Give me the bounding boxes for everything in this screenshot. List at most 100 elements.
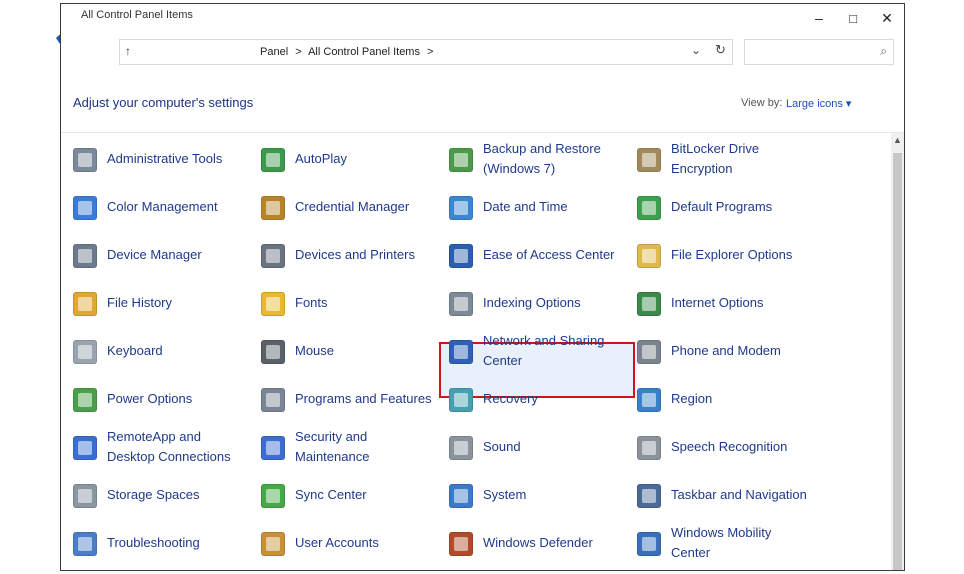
breadcrumb-all-items[interactable]: All Control Panel Items	[308, 46, 420, 58]
item-label: Mouse	[295, 343, 335, 358]
breadcrumb-separator[interactable]: >	[295, 46, 301, 58]
control-panel-item-system[interactable]: System	[437, 475, 623, 515]
item-label: Programs and Features	[295, 391, 432, 406]
control-panel-item-default-programs[interactable]: Default Programs	[625, 187, 811, 227]
control-panel-item-autoplay[interactable]: AutoPlay	[249, 139, 435, 179]
item-label: Fonts	[295, 295, 328, 310]
view-by-label: View by:	[741, 97, 783, 109]
control-panel-item-security-and-maintenance[interactable]: Security and Maintenance	[249, 427, 435, 467]
control-panel-item-backup-and-restore-windows-7[interactable]: Backup and Restore (Windows 7)	[437, 139, 623, 179]
control-panel-item-credential-manager[interactable]: Credential Manager	[249, 187, 435, 227]
minimize-button[interactable]: –	[802, 6, 836, 30]
history-icon	[73, 292, 97, 316]
control-panel-item-sound[interactable]: Sound	[437, 427, 623, 467]
control-panel-item-sync-center[interactable]: Sync Center	[249, 475, 435, 515]
control-panel-item-network-and-sharing-center[interactable]: Network and Sharing Center	[437, 331, 623, 371]
search-icon[interactable]: ⌕	[880, 44, 887, 59]
control-panel-item-keyboard[interactable]: Keyboard	[61, 331, 247, 371]
item-label: Phone and Modem	[671, 343, 781, 358]
mic-icon	[637, 436, 661, 460]
control-panel-item-remoteapp-and-desktop-connections[interactable]: RemoteApp and Desktop Connections	[61, 427, 247, 467]
control-panel-item-file-explorer-options[interactable]: File Explorer Options	[625, 235, 811, 275]
control-panel-item-programs-and-features[interactable]: Programs and Features	[249, 379, 435, 419]
item-label: User Accounts	[295, 535, 379, 550]
control-panel-item-recovery[interactable]: Recovery	[437, 379, 623, 419]
control-panel-item-power-options[interactable]: Power Options	[61, 379, 247, 419]
item-label: Backup and Restore (Windows 7)	[483, 141, 601, 176]
close-button[interactable]: ✕	[870, 6, 904, 30]
control-panel-item-bitlocker-drive-encryption[interactable]: BitLocker Drive Encryption	[625, 139, 811, 179]
item-label: Security and Maintenance	[295, 429, 370, 464]
internet-icon	[637, 292, 661, 316]
control-panel-item-windows-defender[interactable]: Windows Defender	[437, 523, 623, 563]
ease-icon	[449, 244, 473, 268]
control-panel-item-device-manager[interactable]: Device Manager	[61, 235, 247, 275]
breadcrumb-panel[interactable]: Panel	[260, 46, 288, 58]
item-label: Windows Defender	[483, 535, 593, 550]
control-panel-item-file-history[interactable]: File History	[61, 283, 247, 323]
vertical-scrollbar[interactable]: ▲	[891, 133, 904, 570]
breadcrumb: Panel > All Control Panel Items >	[260, 46, 437, 58]
item-label: Credential Manager	[295, 199, 410, 214]
item-label: Speech Recognition	[671, 439, 788, 454]
default-icon	[637, 196, 661, 220]
color-icon	[73, 196, 97, 220]
control-panel-item-mouse[interactable]: Mouse	[249, 331, 435, 371]
refresh-icon[interactable]: ↻	[715, 42, 726, 58]
globe-icon	[637, 388, 661, 412]
taskbar-icon	[637, 484, 661, 508]
control-panel-item-administrative-tools[interactable]: Administrative Tools	[61, 139, 247, 179]
scroll-up-icon[interactable]: ▲	[893, 135, 902, 145]
control-panel-item-ease-of-access-center[interactable]: Ease of Access Center	[437, 235, 623, 275]
scroll-thumb[interactable]	[893, 153, 902, 570]
item-label: Sync Center	[295, 487, 367, 502]
control-panel-item-indexing-options[interactable]: Indexing Options	[437, 283, 623, 323]
bitlocker-icon	[637, 148, 661, 172]
view-by-dropdown[interactable]: Large icons ▾	[786, 97, 851, 110]
item-label: System	[483, 487, 527, 502]
breadcrumb-separator[interactable]: >	[427, 46, 433, 58]
control-panel-item-storage-spaces[interactable]: Storage Spaces	[61, 475, 247, 515]
control-panel-item-user-accounts[interactable]: User Accounts	[249, 523, 435, 563]
control-panel-item-color-management[interactable]: Color Management	[61, 187, 247, 227]
item-label: File Explorer Options	[671, 247, 793, 262]
control-panel-item-troubleshooting[interactable]: Troubleshooting	[61, 523, 247, 563]
control-panel-item-phone-and-modem[interactable]: Phone and Modem	[625, 331, 811, 371]
control-panel-item-devices-and-printers[interactable]: Devices and Printers	[249, 235, 435, 275]
item-label: Devices and Printers	[295, 247, 415, 262]
address-dropdown-icon[interactable]: ⌄	[691, 43, 701, 57]
item-label: Troubleshooting	[107, 535, 200, 550]
item-label: Storage Spaces	[107, 487, 200, 502]
item-label: Recovery	[483, 391, 538, 406]
control-panel-item-internet-options[interactable]: Internet Options	[625, 283, 811, 323]
title-bar: All Control Panel Items – □ ✕	[61, 4, 904, 32]
item-label: Sound	[483, 439, 521, 454]
item-label: Region	[671, 391, 713, 406]
control-panel-item-date-and-time[interactable]: Date and Time	[437, 187, 623, 227]
item-label: Device Manager	[107, 247, 202, 262]
page-heading: Adjust your computer's settings	[73, 95, 254, 110]
search-box[interactable]: ⌕	[744, 39, 894, 65]
recovery-icon	[449, 388, 473, 412]
control-panel-item-taskbar-and-navigation[interactable]: Taskbar and Navigation	[625, 475, 811, 515]
storage-icon	[73, 484, 97, 508]
control-panel-item-windows-mobility-center[interactable]: Windows Mobility Center	[625, 523, 811, 563]
printer-icon	[261, 244, 285, 268]
keyboard-icon	[73, 340, 97, 364]
indexing-icon	[449, 292, 473, 316]
control-panel-item-region[interactable]: Region	[625, 379, 811, 419]
control-panel-item-fonts[interactable]: Fonts	[249, 283, 435, 323]
troubleshoot-icon	[73, 532, 97, 556]
item-label: Internet Options	[671, 295, 764, 310]
defender-icon	[449, 532, 473, 556]
fonts-icon	[261, 292, 285, 316]
item-label: AutoPlay	[295, 151, 348, 166]
item-label: Ease of Access Center	[483, 247, 615, 262]
mobility-icon	[637, 532, 661, 556]
item-label: Network and Sharing Center	[483, 333, 605, 368]
tools-icon	[73, 148, 97, 172]
address-bar[interactable]: Panel > All Control Panel Items >	[119, 39, 733, 65]
item-label: BitLocker Drive Encryption	[671, 141, 760, 176]
maximize-button[interactable]: □	[836, 6, 870, 30]
control-panel-item-speech-recognition[interactable]: Speech Recognition	[625, 427, 811, 467]
